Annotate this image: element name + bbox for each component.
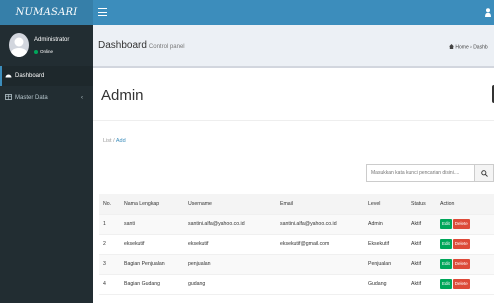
user-name: Administrator	[34, 37, 70, 43]
home-icon	[449, 44, 454, 49]
cell-username: penjualan	[184, 254, 276, 275]
sidebar-item-dashboard[interactable]: Dashboard	[0, 66, 93, 86]
user-panel: Administrator Online	[0, 25, 93, 66]
table-row: 1 santi santini.alfa@yahoo.co.id santini…	[99, 214, 494, 235]
cell-no: 3	[99, 254, 120, 275]
column-header[interactable]: Nama Lengkap	[120, 194, 184, 215]
delete-button[interactable]: Delete	[452, 239, 470, 249]
crumb-separator: /	[113, 138, 115, 144]
cell-status: Aktif	[407, 214, 436, 235]
content-header: Dashboard Control panel Home › Dashb	[93, 25, 494, 65]
column-header[interactable]: Level	[364, 194, 407, 215]
column-header[interactable]: No.	[99, 194, 120, 215]
cell-username: santini.alfa@yahoo.co.id	[184, 214, 276, 235]
edit-button[interactable]: Edit	[440, 239, 452, 249]
breadcrumb-separator: ›	[470, 44, 472, 51]
sidebar: Administrator Online Dashboard Master Da…	[0, 25, 93, 303]
cell-level: Penjualan	[364, 254, 407, 275]
avatar	[9, 33, 29, 57]
column-header[interactable]: Username	[184, 194, 276, 215]
column-header: Action	[436, 194, 494, 215]
cell-no: 4	[99, 274, 120, 295]
column-header[interactable]: Status	[407, 194, 436, 215]
breadcrumb-current: Dashb	[473, 44, 488, 51]
user-status-label: Online	[40, 49, 54, 54]
sidebar-item-label: Dashboard	[15, 73, 45, 79]
cell-status: Aktif	[407, 234, 436, 255]
cell-action: Edit Delete	[436, 214, 494, 235]
cell-status: Aktif	[407, 274, 436, 295]
search-button[interactable]	[475, 164, 494, 182]
cell-status: Aktif	[407, 254, 436, 275]
admin-table: No. Nama Lengkap Username Email Level St…	[99, 194, 494, 295]
table-row: 3 Bagian Penjualan penjualan Penjualan A…	[99, 254, 494, 275]
page-title: Dashboard Control panel	[98, 40, 185, 51]
cell-level: Admin	[364, 214, 407, 235]
section-title: Admin	[101, 87, 144, 104]
cell-email	[276, 254, 364, 275]
cell-username: eksekutif	[184, 234, 276, 255]
cell-level: Eksekutif	[364, 234, 407, 255]
delete-button[interactable]: Delete	[452, 259, 470, 269]
cell-email: eksekutif@gmail.com	[276, 234, 364, 255]
online-dot-icon	[34, 49, 38, 54]
sidebar-toggle-icon[interactable]	[98, 6, 107, 18]
search-input[interactable]	[366, 164, 475, 182]
cell-action: Edit Delete	[436, 234, 494, 255]
edit-button[interactable]: Edit	[440, 219, 452, 229]
user-menu-icon[interactable]	[485, 8, 491, 17]
table-row: 2 eksekutif eksekutif eksekutif@gmail.co…	[99, 234, 494, 255]
table-header-row: No. Nama Lengkap Username Email Level St…	[99, 194, 494, 215]
crumb-add-link[interactable]: Add	[116, 138, 126, 144]
cell-nama: Bagian Penjualan	[120, 254, 184, 275]
main-box: Admin List / Add No. Nama Lengkap Userna…	[93, 66, 494, 303]
cell-nama: eksekutif	[120, 234, 184, 255]
breadcrumb-home-link[interactable]: Home	[455, 45, 468, 51]
sidebar-item-master-data[interactable]: Master Data ‹	[0, 88, 93, 108]
cell-email: santini.alfa@yahoo.co.id	[276, 214, 364, 235]
column-header[interactable]: Email	[276, 194, 364, 215]
app-logo[interactable]: NUMASARI BUAH	[0, 0, 93, 43]
page-subtitle: Control panel	[148, 44, 185, 50]
cell-no: 2	[99, 234, 120, 255]
cell-nama: santi	[120, 214, 184, 235]
edit-button[interactable]: Edit	[440, 279, 452, 289]
table-row: 4 Bagian Gudang gudang Gudang Aktif Edit…	[99, 274, 494, 295]
page-title-text: Dashboard	[98, 40, 147, 51]
cell-username: gudang	[184, 274, 276, 295]
cell-action: Edit Delete	[436, 274, 494, 295]
breadcrumb: Home › Dashb	[449, 44, 488, 51]
table-icon	[5, 94, 12, 100]
list-add-breadcrumb: List / Add	[103, 138, 126, 144]
cell-nama: Bagian Gudang	[120, 274, 184, 295]
crumb-list-link[interactable]: List	[103, 138, 112, 144]
cell-no: 1	[99, 214, 120, 235]
delete-button[interactable]: Delete	[452, 279, 470, 289]
edit-button[interactable]: Edit	[440, 259, 452, 269]
cell-email	[276, 274, 364, 295]
chevron-left-icon: ‹	[81, 95, 83, 101]
user-status: Online	[34, 49, 53, 54]
cell-level: Gudang	[364, 274, 407, 295]
search-icon	[481, 170, 488, 177]
dashboard-icon	[5, 74, 12, 78]
sidebar-item-label: Master Data	[15, 95, 48, 101]
top-navbar: NUMASARI BUAH	[0, 0, 494, 43]
delete-button[interactable]: Delete	[452, 219, 470, 229]
divider	[93, 120, 494, 121]
cell-action: Edit Delete	[436, 254, 494, 275]
